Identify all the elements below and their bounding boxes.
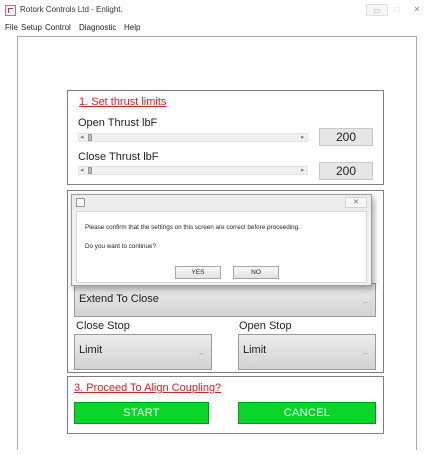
close-stop-label: Close Stop [76,320,130,332]
open-thrust-slider[interactable] [78,133,308,142]
minimize-button[interactable]: ▭ [366,4,388,16]
menu-diagnostic[interactable]: Diagnostic [79,21,116,35]
title-bar: Rotork Controls Ltd - Enlight. ▭ □ ✕ [0,0,433,22]
thrust-limits-title: 1. Set thrust limits [79,96,167,108]
chevron-down-icon: ⌐ [363,298,368,307]
chevron-down-icon: ⌐ [363,349,368,358]
close-thrust-label: Close Thrust lbF [78,151,159,163]
confirm-dialog: ✕ Please confirm that the settings on th… [71,194,372,286]
cancel-button[interactable]: CANCEL [238,402,376,424]
chevron-down-icon: ⌐ [199,349,204,358]
menu-help[interactable]: Help [124,21,140,35]
start-button[interactable]: START [74,402,209,424]
menu-bar: File Setup Control Diagnostic Help [0,21,433,35]
dialog-question: Do you want to continue? [85,243,157,250]
open-slider-thumb[interactable] [88,134,92,141]
close-thrust-value[interactable]: 200 [319,162,373,180]
close-thrust-slider[interactable] [78,166,308,175]
close-slider-thumb[interactable] [88,167,92,174]
direction-value: Extend To Close [79,293,159,305]
maximize-button[interactable]: □ [389,4,405,16]
close-stop-value: Limit [79,344,103,356]
open-stop-value: Limit [243,344,267,356]
app-icon [5,5,16,16]
no-button[interactable]: NO [233,266,279,279]
dialog-message: Please confirm that the settings on this… [85,224,300,231]
close-slider-right-arrow-icon[interactable]: ▸ [301,166,305,175]
yes-button[interactable]: YES [175,266,221,279]
direction-dropdown[interactable]: Extend To Close ⌐ [74,283,376,317]
proceed-title: 3. Proceed To Align Coupling? [74,382,222,394]
dialog-title-bar: ✕ [72,195,371,210]
menu-control[interactable]: Control [45,21,71,35]
menu-file[interactable]: File [5,21,18,35]
close-slider-left-arrow-icon[interactable]: ◂ [80,166,84,175]
open-slider-right-arrow-icon[interactable]: ▸ [301,133,305,142]
close-button[interactable]: ✕ [406,4,428,16]
open-stop-dropdown[interactable]: Limit ⌐ [238,334,376,370]
open-thrust-label: Open Thrust lbF [78,117,158,129]
window-title: Rotork Controls Ltd - Enlight. [20,5,123,14]
dialog-body: Please confirm that the settings on this… [76,211,367,283]
menu-setup[interactable]: Setup [21,21,42,35]
open-slider-left-arrow-icon[interactable]: ◂ [80,133,84,142]
open-thrust-value[interactable]: 200 [319,128,373,146]
dialog-close-button[interactable]: ✕ [345,197,367,208]
dialog-app-icon [76,198,85,207]
close-stop-dropdown[interactable]: Limit ⌐ [74,334,212,370]
open-stop-label: Open Stop [239,320,292,332]
